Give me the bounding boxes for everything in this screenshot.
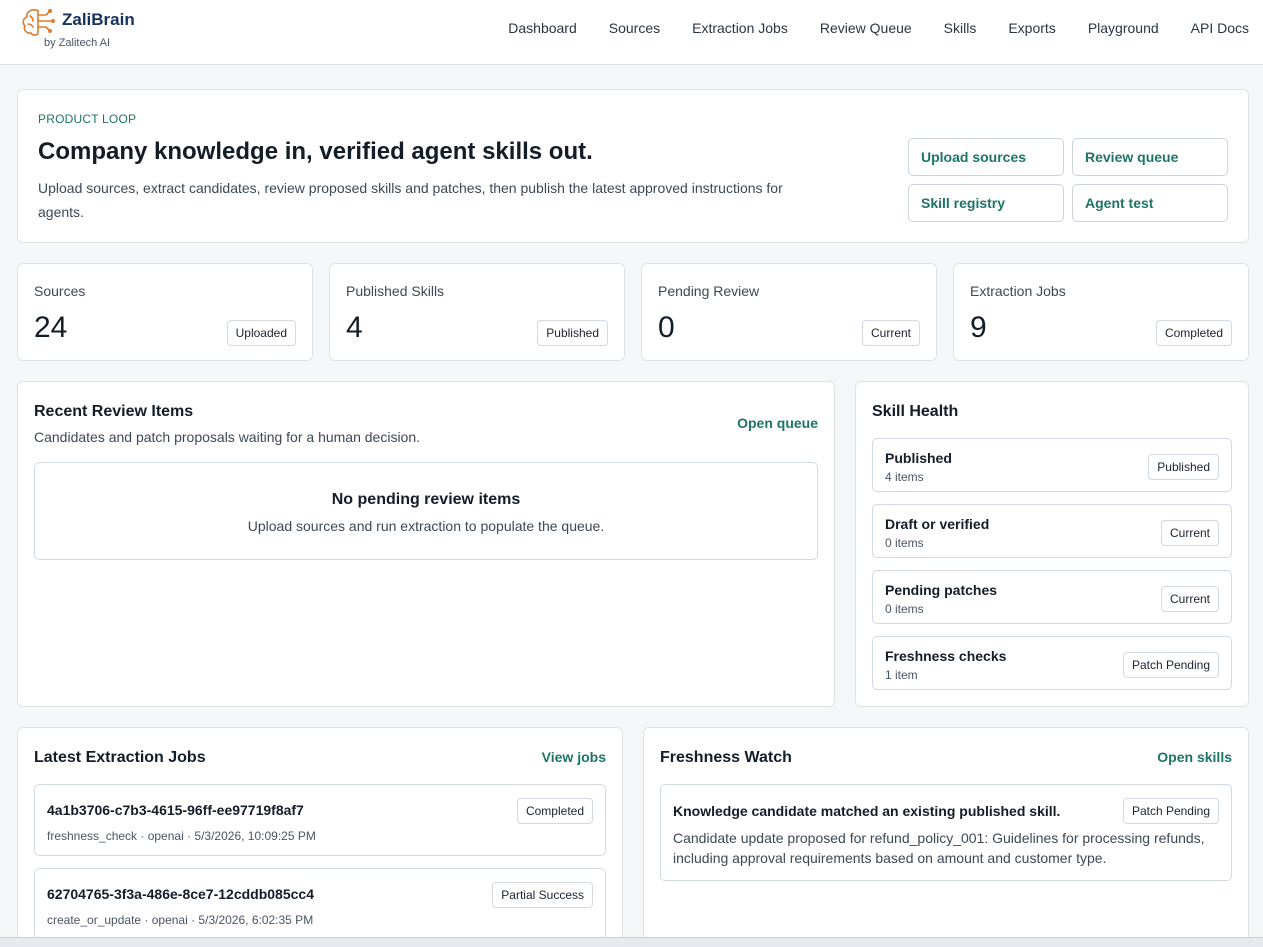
- nav-extraction-jobs[interactable]: Extraction Jobs: [692, 20, 788, 36]
- stat-label: Sources: [34, 283, 86, 299]
- status-badge: Patch Pending: [1122, 798, 1219, 824]
- stat-value: 9: [970, 311, 987, 344]
- nav-skills[interactable]: Skills: [944, 20, 977, 36]
- skill-registry-button[interactable]: Skill registry: [908, 184, 1064, 222]
- status-badge: Current: [1160, 520, 1219, 546]
- freshness-item[interactable]: Knowledge candidate matched an existing …: [660, 784, 1232, 881]
- stat-card-pending-review: Pending Review 0 Current: [641, 263, 937, 361]
- health-item-name: Pending patches: [885, 582, 998, 598]
- stat-label: Pending Review: [658, 283, 760, 299]
- review-queue-button[interactable]: Review queue: [1072, 138, 1228, 176]
- health-item-freshness-checks[interactable]: Freshness checks 1 item Patch Pending: [872, 636, 1232, 690]
- stat-label: Extraction Jobs: [970, 283, 1066, 299]
- health-item-published[interactable]: Published 4 items Published: [872, 438, 1232, 492]
- status-badge: Published: [1148, 454, 1219, 480]
- panel-title: Latest Extraction Jobs: [34, 749, 206, 766]
- hero-eyebrow: PRODUCT LOOP: [38, 112, 137, 126]
- brand-subtitle: by Zalitech AI: [44, 37, 111, 49]
- health-item-pending-patches[interactable]: Pending patches 0 items Current: [872, 570, 1232, 624]
- upload-sources-button[interactable]: Upload sources: [908, 138, 1064, 176]
- hero-description: Upload sources, extract candidates, revi…: [38, 180, 783, 220]
- health-item-draft-or-verified[interactable]: Draft or verified 0 items Current: [872, 504, 1232, 558]
- health-item-count: 0 items: [885, 602, 924, 616]
- brand-name: ZaliBrain: [62, 10, 135, 29]
- status-badge: Patch Pending: [1122, 652, 1219, 678]
- job-item[interactable]: 62704765-3f3a-486e-8ce7-12cddb085cc4 cre…: [34, 868, 606, 940]
- status-badge: Published: [537, 320, 608, 346]
- panel-title: Recent Review Items: [34, 403, 194, 420]
- nav-sources[interactable]: Sources: [609, 20, 660, 36]
- job-item[interactable]: 4a1b3706-c7b3-4615-96ff-ee97719f8af7 fre…: [34, 784, 606, 856]
- job-id: 62704765-3f3a-486e-8ce7-12cddb085cc4: [47, 886, 314, 902]
- empty-state-title: No pending review items: [331, 491, 521, 508]
- empty-state-description: Upload sources and run extraction to pop…: [247, 518, 605, 534]
- view-jobs-link[interactable]: View jobs: [542, 749, 606, 765]
- hero-title: Company knowledge in, verified agent ski…: [38, 138, 593, 165]
- stat-value: 24: [34, 311, 68, 344]
- health-item-count: 4 items: [885, 470, 924, 484]
- status-badge: Completed: [516, 798, 593, 824]
- stat-label: Published Skills: [346, 283, 445, 299]
- window-bottom-edge: [0, 937, 1263, 947]
- job-id: 4a1b3706-c7b3-4615-96ff-ee97719f8af7: [47, 802, 304, 818]
- panel-title: Freshness Watch: [660, 749, 792, 766]
- status-badge: Current: [1160, 586, 1219, 612]
- stat-value: 0: [658, 311, 675, 344]
- stat-card-sources: Sources 24 Uploaded: [17, 263, 313, 361]
- job-meta: freshness_check · openai · 5/3/2026, 10:…: [47, 829, 316, 843]
- health-item-name: Published: [885, 450, 952, 466]
- hero-actions: Upload sources Review queue Skill regist…: [908, 138, 1229, 222]
- job-meta: create_or_update · openai · 5/3/2026, 6:…: [47, 913, 314, 927]
- status-badge: Completed: [1155, 320, 1232, 346]
- freshness-watch-panel: Freshness Watch Open skills Knowledge ca…: [643, 727, 1249, 947]
- health-item-count: 1 item: [885, 668, 918, 682]
- open-queue-link[interactable]: Open queue: [737, 415, 818, 431]
- main-nav: Dashboard Sources Extraction Jobs Review…: [476, 0, 1249, 55]
- skill-health-panel: Skill Health Published 4 items Published…: [855, 381, 1249, 707]
- status-badge: Partial Success: [492, 882, 593, 908]
- stat-value: 4: [346, 311, 363, 344]
- open-skills-link[interactable]: Open skills: [1157, 749, 1232, 765]
- health-item-name: Draft or verified: [885, 516, 990, 532]
- status-badge: Uploaded: [226, 320, 296, 346]
- panel-subtitle: Candidates and patch proposals waiting f…: [34, 429, 421, 445]
- freshness-item-title: Knowledge candidate matched an existing …: [673, 803, 1061, 819]
- latest-extraction-jobs-panel: Latest Extraction Jobs View jobs 4a1b370…: [17, 727, 623, 947]
- nav-playground[interactable]: Playground: [1088, 20, 1159, 36]
- top-navigation-bar: ZaliBrain by Zalitech AI Dashboard Sourc…: [0, 0, 1263, 65]
- nav-api-docs[interactable]: API Docs: [1191, 20, 1249, 36]
- brand[interactable]: ZaliBrain by Zalitech AI: [20, 6, 135, 49]
- health-item-name: Freshness checks: [885, 648, 1007, 664]
- nav-dashboard[interactable]: Dashboard: [508, 20, 577, 36]
- nav-review-queue[interactable]: Review Queue: [820, 20, 912, 36]
- panel-title: Skill Health: [872, 403, 959, 420]
- product-loop-hero: PRODUCT LOOP Company knowledge in, verif…: [17, 89, 1249, 243]
- empty-state: No pending review items Upload sources a…: [34, 462, 818, 560]
- freshness-item-description: Candidate update proposed for refund_pol…: [673, 830, 1205, 866]
- nav-exports[interactable]: Exports: [1008, 20, 1055, 36]
- agent-test-button[interactable]: Agent test: [1072, 184, 1228, 222]
- status-badge: Current: [861, 320, 920, 346]
- brain-circuit-logo-icon: [22, 9, 55, 37]
- health-item-count: 0 items: [885, 536, 924, 550]
- stat-card-extraction-jobs: Extraction Jobs 9 Completed: [953, 263, 1249, 361]
- stat-card-published-skills: Published Skills 4 Published: [329, 263, 625, 361]
- recent-review-items-panel: Recent Review Items Candidates and patch…: [17, 381, 835, 707]
